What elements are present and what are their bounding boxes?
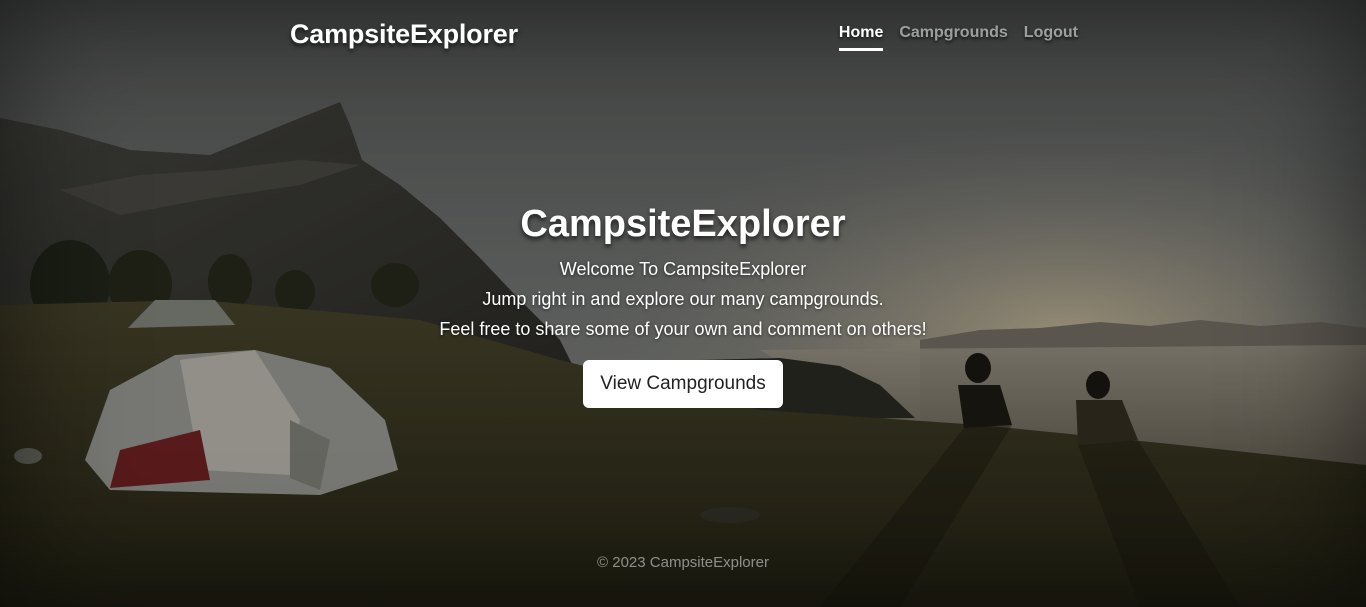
footer-copyright: © 2023 CampsiteExplorer <box>597 554 769 571</box>
landing-page: CampsiteExplorer Home Campgrounds Logout… <box>0 0 1366 607</box>
view-campgrounds-button[interactable]: View Campgrounds <box>583 360 783 408</box>
hero-text: Welcome To CampsiteExplorer Jump right i… <box>383 254 983 344</box>
hero-title: CampsiteExplorer <box>520 203 846 245</box>
hero-share-line: Feel free to share some of your own and … <box>439 319 927 339</box>
hero-explore-line: Jump right in and explore our many campg… <box>482 289 884 309</box>
nav-link-logout[interactable]: Logout <box>1024 24 1078 51</box>
nav-link-campgrounds[interactable]: Campgrounds <box>899 24 1007 51</box>
hero-section: CampsiteExplorer Welcome To CampsiteExpl… <box>383 198 983 408</box>
brand-logo[interactable]: CampsiteExplorer <box>290 19 518 50</box>
nav-bar: Home Campgrounds Logout <box>838 24 1078 51</box>
site-header: CampsiteExplorer Home Campgrounds Logout <box>290 14 1078 58</box>
nav-link-home[interactable]: Home <box>838 24 884 51</box>
hero-welcome-line: Welcome To CampsiteExplorer <box>559 259 807 279</box>
